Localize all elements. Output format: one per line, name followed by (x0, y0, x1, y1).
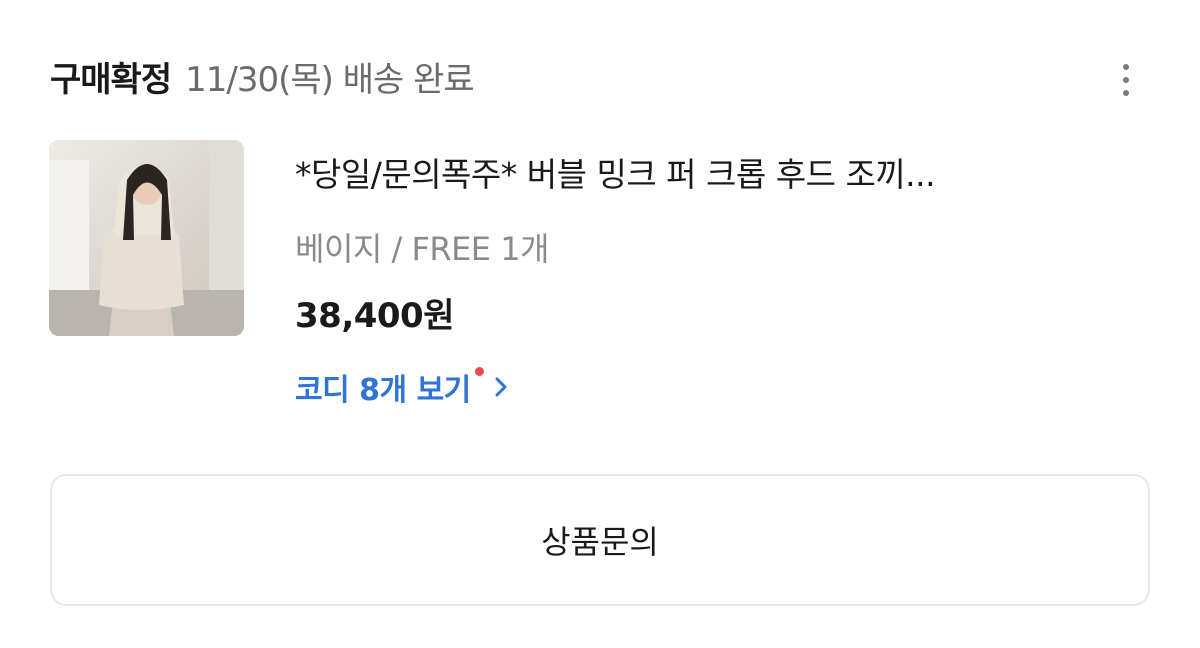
coordi-link[interactable]: 코디 8개 보기 (295, 365, 508, 409)
product-info: *당일/문의폭주* 버블 밍크 퍼 크롭 후드 조끼... 베이지 / FREE… (295, 148, 1155, 409)
product-photo (49, 140, 244, 336)
more-vertical-icon (1123, 64, 1129, 70)
product-option: 베이지 / FREE 1개 (295, 230, 550, 268)
more-vertical-icon-dot (1123, 90, 1129, 96)
coordi-link-label: 코디 8개 보기 (295, 373, 471, 408)
order-status: 구매확정 (50, 60, 172, 100)
more-vertical-icon-dot (1123, 77, 1129, 83)
new-badge-dot (474, 366, 484, 376)
product-inquiry-button[interactable]: 상품문의 (50, 474, 1150, 606)
product-thumbnail[interactable] (49, 140, 244, 336)
order-header: 구매확정 11/30(목) 배송 완료 (50, 52, 475, 101)
delivery-info: 11/30(목) 배송 완료 (185, 60, 475, 100)
more-options-button[interactable] (1108, 60, 1144, 100)
product-price: 38,400원 (295, 296, 454, 336)
product-title[interactable]: *당일/문의폭주* 버블 밍크 퍼 크롭 후드 조끼... (295, 148, 1155, 196)
chevron-right-icon (495, 377, 507, 397)
order-card: 구매확정 11/30(목) 배송 완료 *당일/문의폭주* 버블 밍크 퍼 크롭… (0, 0, 1200, 648)
